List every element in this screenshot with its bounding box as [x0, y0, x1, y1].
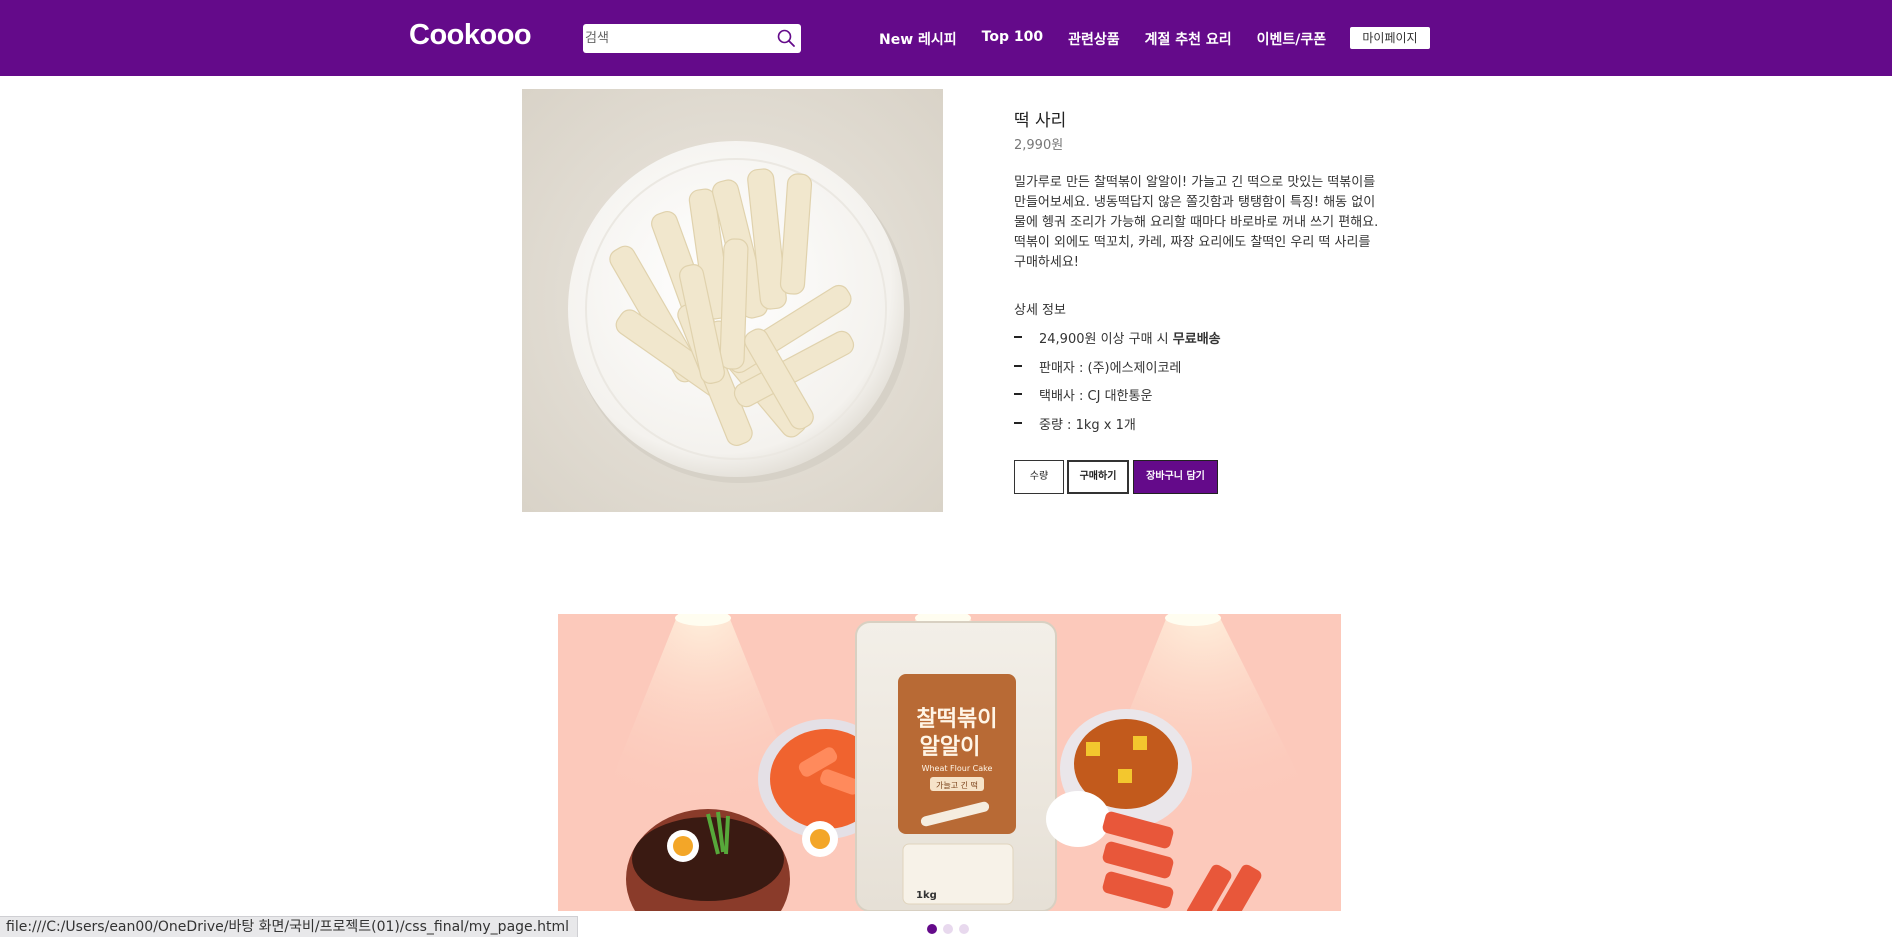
nav-new-recipe[interactable]: New 레시피 — [879, 29, 957, 49]
detail-text: 24,900원 이상 구매 시 — [1039, 332, 1173, 347]
top-header: Cookooo New 레시피 Top 100 관련상품 계절 추천 요리 이벤… — [0, 0, 1892, 76]
dash-marker — [1014, 364, 1022, 367]
quantity-button[interactable]: 수량 — [1014, 460, 1064, 494]
detail-item-seller: 판매자 : (주)에스제이코레 — [1014, 357, 1221, 386]
browser-status-url: file:///C:/Users/ean00/OneDrive/바탕 화면/국비… — [0, 916, 578, 937]
banner-illustration: 찰떡볶이 알알이 Wheat Flour Cake 가늘고 긴 떡 1kg — [598, 614, 1318, 911]
promo-banner[interactable]: 찰떡볶이 알알이 Wheat Flour Cake 가늘고 긴 떡 1kg — [558, 614, 1341, 911]
bag-title-2: 알알이 — [920, 735, 981, 760]
add-to-cart-button[interactable]: 장바구니 담기 — [1133, 460, 1218, 494]
nav-events-coupons[interactable]: 이벤트/쿠폰 — [1257, 29, 1327, 49]
slide-dot-1[interactable] — [927, 924, 937, 934]
bag-weight: 1kg — [916, 890, 937, 901]
dash-marker — [1014, 336, 1022, 338]
dash-marker — [1014, 393, 1022, 395]
mypage-button[interactable]: 마이페이지 — [1350, 27, 1430, 49]
product-title: 떡 사리 — [1014, 111, 1067, 131]
detail-text: 택배사 : CJ 대한통운 — [1039, 389, 1153, 404]
bag-title-1: 찰떡볶이 — [917, 707, 998, 732]
site-logo[interactable]: Cookooo — [409, 19, 532, 52]
bag-subtitle: Wheat Flour Cake — [922, 764, 993, 773]
buy-button[interactable]: 구매하기 — [1067, 460, 1129, 494]
search-box — [583, 24, 801, 53]
detail-list: 24,900원 이상 구매 시 무료배송 판매자 : (주)에스제이코레 택배사… — [1014, 328, 1221, 442]
detail-item-shipping: 24,900원 이상 구매 시 무료배송 — [1014, 328, 1221, 357]
nav-related-products[interactable]: 관련상품 — [1068, 29, 1120, 49]
nav-top100[interactable]: Top 100 — [982, 29, 1043, 49]
product-image — [522, 89, 943, 512]
product-price: 2,990원 — [1014, 138, 1064, 153]
detail-heading: 상세 정보 — [1014, 303, 1066, 318]
detail-text: 중량 : 1kg x 1개 — [1039, 417, 1136, 433]
search-input[interactable] — [585, 27, 765, 49]
banner-pagination — [927, 924, 969, 934]
slide-dot-3[interactable] — [959, 924, 969, 934]
dash-marker — [1014, 421, 1022, 424]
bag-tag: 가늘고 긴 떡 — [936, 780, 978, 790]
search-icon[interactable] — [775, 27, 797, 49]
detail-text: 판매자 : (주)에스제이코레 — [1039, 360, 1182, 376]
product-description: 밀가루로 만든 찰떡볶이 알알이! 가늘고 긴 떡으로 맛있는 떡볶이를 만들어… — [1014, 175, 1379, 270]
detail-strong: 무료배송 — [1172, 332, 1221, 347]
rice-cake-plate-illustration — [522, 89, 943, 512]
detail-item-weight: 중량 : 1kg x 1개 — [1014, 414, 1221, 443]
main-nav: New 레시피 Top 100 관련상품 계절 추천 요리 이벤트/쿠폰 — [879, 29, 1351, 49]
nav-seasonal-recipes[interactable]: 계절 추천 요리 — [1145, 29, 1232, 49]
detail-item-courier: 택배사 : CJ 대한통운 — [1014, 385, 1221, 414]
slide-dot-2[interactable] — [943, 924, 953, 934]
